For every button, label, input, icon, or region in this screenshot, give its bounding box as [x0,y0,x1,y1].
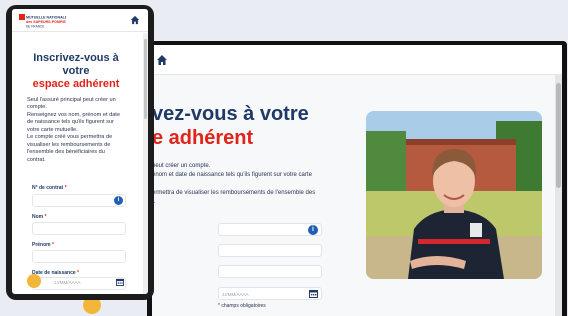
last-name-input[interactable] [218,244,322,257]
page-title-line1: vez-vous à votre [152,103,309,125]
contract-number-input[interactable] [218,223,322,236]
desktop-screen: vez-vous à votre e adhérent peut créer u… [152,45,562,316]
page-title-line1: Inscrivez-vous à [33,52,119,64]
firefighter-photo [366,111,542,279]
required-mark: * [64,185,67,191]
first-name-input[interactable] [32,250,126,263]
birthdate-label: Date de naissance * [32,270,79,276]
home-icon[interactable] [130,15,140,25]
mobile-scrollbar[interactable] [143,33,148,294]
label-text: Prénom [32,242,51,248]
intro-text: énom et date de naissance tels qu'ils fi… [152,172,312,178]
contract-number-label: N° de contrat * [32,185,67,191]
label-text: Nom [32,214,44,220]
mobile-mockup: MUTUELLE NATIONALE des SAPEURS-POMPIERS … [6,5,154,300]
last-name-label: Nom * [32,214,46,220]
mobile-header: MUTUELLE NATIONALE des SAPEURS-POMPIERS … [12,9,148,32]
page-title-line2: votre [62,65,90,77]
info-icon[interactable]: i [308,225,318,235]
birthdate-placeholder: JJ/MM/AAAA [222,292,249,297]
calendar-icon[interactable] [116,278,124,286]
first-name-input[interactable] [218,265,322,278]
required-fields-note: * champs obligatoires [218,303,266,309]
scrollbar-thumb[interactable] [556,83,561,188]
home-icon[interactable] [156,54,168,66]
desktop-mockup: vez-vous à votre e adhérent peut créer u… [147,41,567,316]
intro-text: peut créer un compte. [152,163,211,169]
page-title-line2: e adhérent [152,127,254,149]
page-title-line3: espace adhérent [32,78,120,90]
scrollbar-thumb[interactable] [144,39,147,119]
intro-text: compte. [27,104,47,110]
desktop-header [152,45,562,75]
intro-text: de naissance tels qu'ils figurent sur [27,119,114,125]
required-mark: * [44,214,47,220]
calendar-icon[interactable] [309,289,318,298]
intro-text: contrat. [27,157,46,163]
birthdate-placeholder: JJ/MM/AAAA [54,280,81,285]
mobile-screen: MUTUELLE NATIONALE des SAPEURS-POMPIERS … [12,9,148,294]
intro-text: l'ensemble des bénéficiaires du [27,149,105,155]
last-name-input[interactable] [32,222,126,235]
label-text: N° de contrat [32,185,64,191]
desktop-scrollbar[interactable] [555,75,562,316]
intro-text: ermettra de visualiser les remboursement… [152,190,316,196]
intro-text: Le compte créé vous permettra de [27,134,113,140]
svg-text:des SAPEURS-POMPIERS: des SAPEURS-POMPIERS [26,20,66,24]
contract-number-input[interactable] [32,194,126,207]
mutuelle-logo[interactable]: MUTUELLE NATIONALE des SAPEURS-POMPIERS … [19,14,66,29]
svg-text:MUTUELLE NATIONALE: MUTUELLE NATIONALE [26,16,66,20]
svg-text:DE FRANCE: DE FRANCE [26,25,44,29]
required-mark: * [77,270,79,276]
required-mark: * [52,242,54,248]
cookie-icon[interactable] [27,274,41,288]
info-icon[interactable]: i [114,196,123,205]
first-name-label: Prénom * [32,242,54,248]
